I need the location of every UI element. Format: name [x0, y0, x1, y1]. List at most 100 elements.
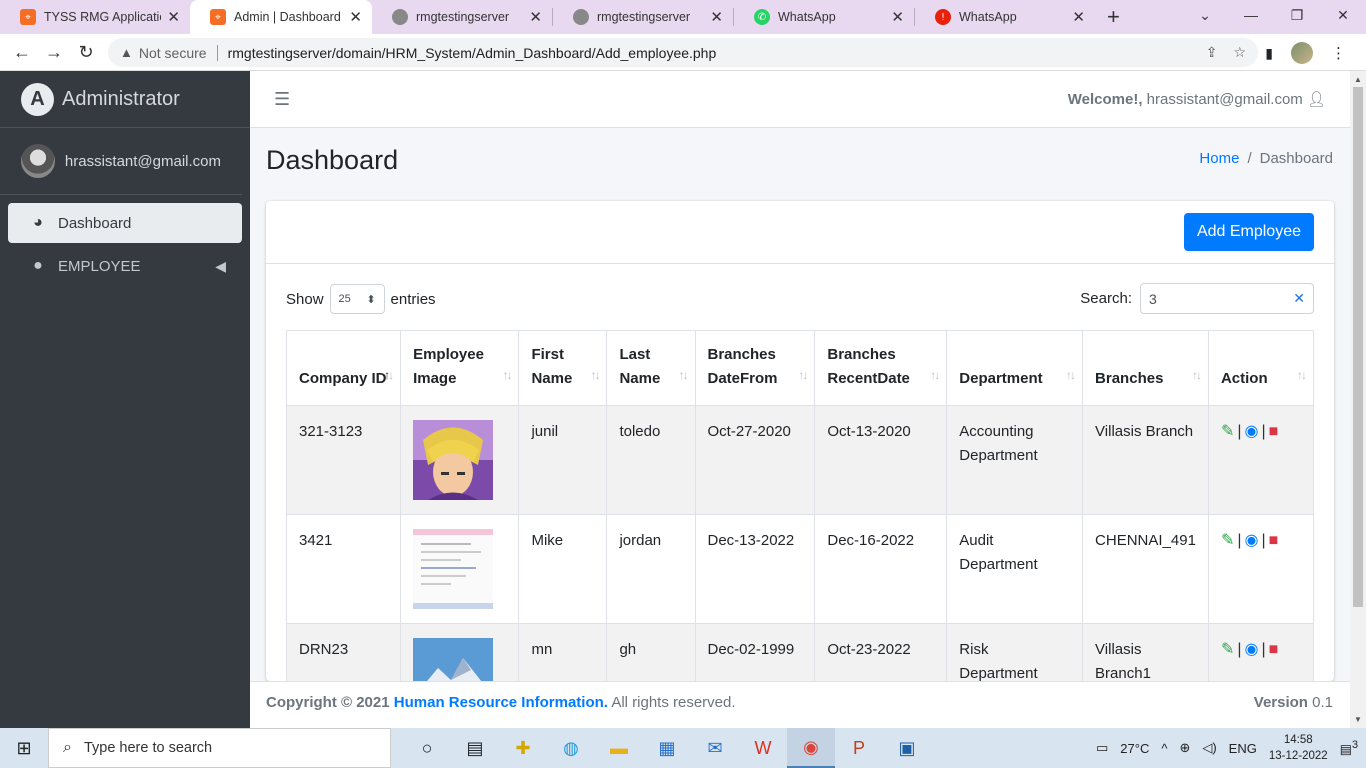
sidebar-item-employee[interactable]: ● EMPLOYEE ◀: [8, 246, 242, 286]
app-icon[interactable]: ✚: [499, 728, 547, 768]
maximize-button[interactable]: ❐: [1274, 0, 1320, 30]
hamburger-menu-icon[interactable]: ☰: [274, 89, 290, 110]
taskbar-search[interactable]: ⌕ Type here to search: [48, 728, 391, 768]
col-department[interactable]: Department ↑↓: [946, 330, 1084, 406]
close-window-button[interactable]: ✕: [1320, 0, 1366, 30]
tab-admin-dashboard[interactable]: ⌖ Admin | Dashboard ✕: [190, 0, 372, 34]
employee-photo: [413, 420, 494, 500]
profile-avatar[interactable]: [1291, 42, 1313, 64]
page-scrollbar[interactable]: ▲ ▼: [1350, 71, 1366, 728]
dashboard-gauge-icon: ◕: [33, 214, 43, 231]
minimize-button[interactable]: —: [1228, 0, 1274, 30]
reload-button[interactable]: ↻: [70, 42, 102, 63]
clock[interactable]: 14:58 13-12-2022: [1269, 732, 1328, 764]
sidebar-menu: ◕ Dashboard ● EMPLOYEE ◀: [0, 195, 250, 297]
sort-icon: ↑↓: [502, 368, 512, 382]
new-tab-button[interactable]: +: [1095, 4, 1132, 30]
welcome-user[interactable]: Welcome!, hrassistant@gmail.com 👤︎: [1068, 90, 1326, 108]
network-icon[interactable]: ⊕: [1179, 740, 1190, 756]
scroll-down-icon[interactable]: ▼: [1354, 715, 1362, 724]
volume-icon[interactable]: ◁): [1202, 740, 1216, 756]
entries-select[interactable]: 25 ⬍: [329, 284, 385, 314]
close-tab-icon[interactable]: ✕: [1072, 8, 1085, 26]
side-panel-icon[interactable]: ▮: [1265, 45, 1273, 62]
tab-whatsapp-2[interactable]: ! WhatsApp ✕: [915, 0, 1095, 34]
col-branches-recentdate[interactable]: Branches RecentDate ↑↓: [814, 330, 948, 406]
tab-rmgtestingserver-2[interactable]: rmgtestingserver ✕: [553, 0, 733, 34]
employee-photo: [413, 638, 494, 681]
language-indicator[interactable]: ENG: [1229, 741, 1257, 756]
close-tab-icon[interactable]: ✕: [891, 8, 904, 26]
powerpoint-icon[interactable]: P: [835, 728, 883, 768]
notification-icon[interactable]: ▤3: [1340, 739, 1358, 757]
tab-whatsapp-1[interactable]: ✆ WhatsApp ✕: [734, 0, 914, 34]
browser-tab-bar: ⌖ TYSS RMG Application ✕ ⌖ Admin | Dashb…: [0, 0, 1366, 34]
col-branches[interactable]: Branches ↑↓: [1082, 330, 1209, 406]
col-first-name[interactable]: First Name ↑↓: [518, 330, 608, 406]
breadcrumb-home-link[interactable]: Home: [1199, 150, 1239, 167]
security-label: Not secure: [138, 44, 207, 61]
edit-icon[interactable]: ✎: [1221, 638, 1234, 662]
search-input[interactable]: 3 ✕: [1140, 283, 1314, 314]
scroll-thumb[interactable]: [1353, 87, 1363, 607]
clear-search-icon[interactable]: ✕: [1293, 290, 1305, 307]
wps-office-icon[interactable]: W: [739, 728, 787, 768]
weather-icon[interactable]: ▭: [1096, 740, 1108, 756]
task-view-icon[interactable]: ▤: [451, 728, 499, 768]
col-company-id[interactable]: Company ID ↑↓: [285, 330, 402, 406]
delete-trash-icon[interactable]: ■: [1269, 638, 1279, 662]
share-icon[interactable]: ⇪: [1206, 44, 1218, 61]
table-search: Search: 3 ✕: [1080, 283, 1314, 314]
tray-chevron-up-icon[interactable]: ^: [1161, 741, 1167, 756]
view-eye-icon[interactable]: ◉: [1245, 638, 1259, 662]
weather-temp[interactable]: 27°C: [1120, 741, 1149, 756]
sort-icon: ↑↓: [930, 368, 940, 382]
warning-icon: ▲: [120, 45, 133, 60]
add-employee-button[interactable]: Add Employee: [1183, 213, 1314, 251]
user-name[interactable]: hrassistant@gmail.com: [65, 153, 221, 170]
chrome-icon[interactable]: ◉: [787, 728, 835, 768]
breadcrumb: Home / Dashboard: [1199, 150, 1333, 167]
tab-tyss-rmg[interactable]: ⌖ TYSS RMG Application ✕: [0, 0, 190, 34]
view-eye-icon[interactable]: ◉: [1245, 420, 1259, 444]
col-branches-datefrom[interactable]: Branches DateFrom ↑↓: [694, 330, 816, 406]
windows-start-icon[interactable]: ⊞: [0, 738, 48, 759]
close-tab-icon[interactable]: ✕: [167, 8, 180, 26]
url-text[interactable]: rmgtestingserver/domain/HRM_System/Admin…: [228, 45, 717, 61]
cortana-circle-icon[interactable]: ○: [403, 728, 451, 768]
bookmark-star-icon[interactable]: ☆: [1233, 44, 1246, 61]
photos-icon[interactable]: ▣: [883, 728, 931, 768]
user-icon: 👤︎: [1306, 91, 1326, 108]
close-tab-icon[interactable]: ✕: [710, 8, 723, 26]
user-panel: hrassistant@gmail.com: [0, 128, 242, 195]
view-eye-icon[interactable]: ◉: [1245, 529, 1259, 553]
tab-search-icon[interactable]: ⌄: [1182, 0, 1228, 30]
col-last-name[interactable]: Last Name ↑↓: [606, 330, 696, 406]
alert-icon: !: [935, 9, 951, 25]
scroll-up-icon[interactable]: ▲: [1354, 75, 1362, 84]
edge-browser-icon[interactable]: ◍: [547, 728, 595, 768]
sort-icon: ↑↓: [798, 368, 808, 382]
menu-kebab-icon[interactable]: ⋮: [1331, 44, 1346, 62]
col-employee-image[interactable]: Employee Image ↑↓: [400, 330, 520, 406]
mail-icon[interactable]: ✉: [691, 728, 739, 768]
brand-link[interactable]: A Administrator: [0, 71, 250, 128]
forward-button[interactable]: →: [38, 42, 70, 63]
close-tab-icon[interactable]: ✕: [529, 8, 542, 26]
url-bar[interactable]: ▲ Not secure rmgtestingserver/domain/HRM…: [108, 38, 1258, 67]
store-icon[interactable]: ▦: [643, 728, 691, 768]
tab-rmgtestingserver-1[interactable]: rmgtestingserver ✕: [372, 0, 552, 34]
delete-trash-icon[interactable]: ■: [1269, 529, 1279, 553]
close-tab-icon[interactable]: ✕: [349, 8, 362, 26]
file-explorer-icon[interactable]: ▬: [595, 728, 643, 768]
xampp-icon: ⌖: [210, 9, 226, 25]
footer-org-link[interactable]: Human Resource Information.: [394, 694, 608, 711]
delete-trash-icon[interactable]: ■: [1269, 420, 1279, 444]
sidebar-item-dashboard[interactable]: ◕ Dashboard: [8, 203, 242, 243]
edit-icon[interactable]: ✎: [1221, 420, 1234, 444]
back-button[interactable]: ←: [6, 42, 38, 63]
search-icon: ⌕: [63, 739, 72, 756]
col-action[interactable]: Action ↑↓: [1207, 330, 1315, 406]
sort-icon: ↑↓: [1191, 368, 1202, 382]
edit-icon[interactable]: ✎: [1221, 529, 1234, 553]
